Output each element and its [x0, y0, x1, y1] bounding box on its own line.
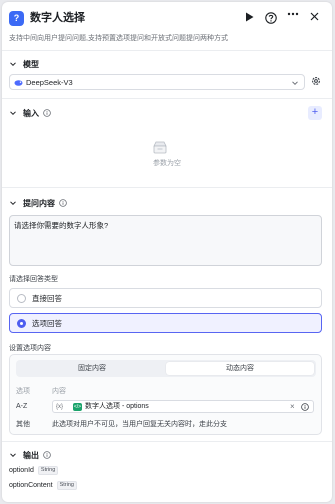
radio-label: 直接回答: [32, 294, 62, 303]
node-description: 支持中间向用户提问问题,支持预置选项提问和开放式问题提问两种方式: [9, 35, 228, 42]
output-field-name: optionId: [9, 467, 34, 474]
content-mode-tabs: 固定内容 动态内容: [16, 360, 316, 377]
option-key-other: 其他: [16, 421, 30, 428]
other-option-description: 此选项对用户不可见，当用户回复无关内容时，走此分支: [52, 421, 227, 428]
options-content-label: 设置选项内容: [9, 345, 51, 352]
divider: [2, 441, 332, 442]
answer-type-option-radio[interactable]: 选项回答: [9, 313, 322, 333]
deepseek-logo-icon: [14, 80, 23, 86]
chevron-down-icon: [10, 62, 16, 67]
answer-type-label: 请选择回答类型: [9, 276, 58, 283]
info-icon[interactable]: [301, 403, 309, 411]
radio-checked-icon: [17, 319, 26, 328]
input-section-header[interactable]: 输入: [9, 107, 51, 119]
model-section-title: 模型: [23, 59, 39, 69]
chevron-down-icon: [292, 81, 298, 86]
question-icon: ?: [9, 11, 24, 26]
divider: [2, 50, 332, 51]
more-icon[interactable]: [286, 11, 300, 25]
code-node-icon: </>: [73, 403, 82, 411]
column-header-content: 内容: [52, 388, 66, 395]
close-icon[interactable]: [307, 11, 321, 25]
output-field-row: optionId String: [9, 466, 59, 475]
radio-unchecked-icon: [17, 294, 26, 303]
add-input-button[interactable]: +: [308, 106, 322, 120]
info-icon[interactable]: [43, 109, 51, 117]
input-section-title: 输入: [23, 108, 39, 118]
model-section-header[interactable]: 模型: [9, 58, 39, 70]
output-field-type-badge: String: [56, 481, 77, 490]
question-section-header[interactable]: 提问内容: [9, 197, 67, 209]
variable-reference-icon[interactable]: {x}: [56, 403, 63, 411]
divider: [2, 187, 332, 188]
question-section-title: 提问内容: [23, 198, 55, 208]
column-header-option: 选项: [16, 388, 30, 395]
tab-fixed-content[interactable]: 固定内容: [18, 362, 166, 375]
empty-box-icon: [153, 141, 167, 154]
chevron-down-icon: [10, 201, 16, 206]
panel-header: ? 数字人选择 支持中间向用户提问问题,支持预置选项提问和开放式问题提问两种方式: [2, 2, 332, 48]
chevron-down-icon: [10, 111, 16, 116]
divider: [2, 98, 332, 99]
variable-reference-text: 数字人选项 - options: [85, 403, 149, 410]
info-icon[interactable]: [43, 451, 51, 459]
dynamic-option-variable-input[interactable]: {x} </> 数字人选项 - options ×: [52, 400, 314, 413]
clear-icon[interactable]: ×: [290, 403, 295, 411]
question-prompt-text: 请选择你需要的数字人形象?: [14, 221, 109, 230]
answer-type-direct-radio[interactable]: 直接回答: [9, 288, 322, 308]
output-section-title: 输出: [23, 450, 39, 460]
tab-dynamic-content[interactable]: 动态内容: [166, 362, 314, 375]
output-field-type-badge: String: [37, 466, 59, 475]
option-key-az: A-Z: [16, 403, 28, 410]
empty-state-text: 参数为空: [153, 160, 181, 167]
model-name: DeepSeek-V3: [26, 78, 73, 87]
help-icon[interactable]: [264, 11, 278, 25]
output-field-name: optionContent: [9, 482, 53, 489]
node-config-panel: ? 数字人选择 支持中间向用户提问问题,支持预置选项提问和开放式问题提问两种方式…: [2, 2, 332, 502]
radio-label: 选项回答: [32, 319, 62, 328]
settings-icon[interactable]: [311, 76, 321, 86]
model-select[interactable]: DeepSeek-V3: [9, 74, 305, 90]
output-field-row: optionContent String: [9, 481, 77, 490]
question-prompt-textarea[interactable]: 请选择你需要的数字人形象?: [9, 215, 322, 266]
info-icon[interactable]: [59, 199, 67, 207]
options-content-box: 固定内容 动态内容 选项 内容 A-Z {x} </> 数字人选项 - opti…: [9, 354, 322, 435]
node-title[interactable]: 数字人选择: [30, 11, 85, 26]
play-icon[interactable]: [242, 11, 256, 25]
output-section-header[interactable]: 输出: [9, 449, 51, 461]
chevron-down-icon: [10, 453, 16, 458]
